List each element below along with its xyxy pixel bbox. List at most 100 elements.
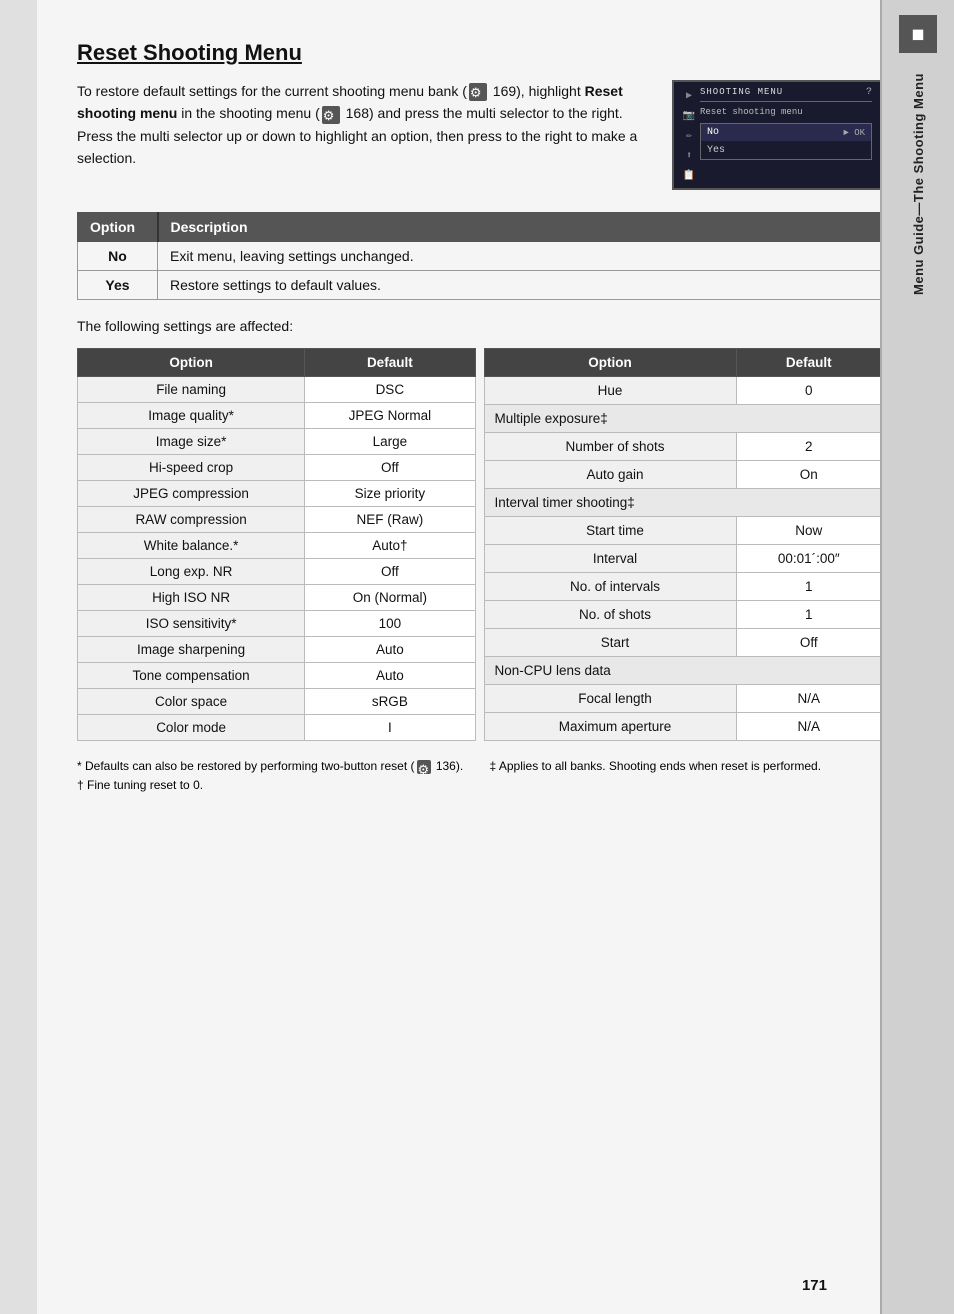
ls-val-9: 100 (305, 611, 475, 637)
table-row: No. of intervals 1 (484, 573, 882, 601)
desc-option-yes: Yes (78, 271, 158, 300)
ls-val-12: sRGB (305, 689, 475, 715)
ls-opt-12: Color space (78, 689, 305, 715)
rs-val-12: N/A (736, 713, 881, 741)
cam-icon-4: ⬆ (682, 149, 696, 163)
table-row: No Exit menu, leaving settings unchanged… (78, 242, 882, 271)
rs-opt-7: No. of intervals (484, 573, 736, 601)
table-row: Maximum aperture N/A (484, 713, 882, 741)
camera-option-no: No (707, 127, 719, 138)
rs-group-10: Non-CPU lens data (484, 657, 882, 685)
ls-val-3: Off (305, 455, 475, 481)
table-row: Start Off (484, 629, 882, 657)
left-header-default: Default (305, 349, 475, 377)
page-title: Reset Shooting Menu (77, 40, 882, 66)
table-row: High ISO NR On (Normal) (78, 585, 476, 611)
rs-opt-6: Interval (484, 545, 736, 573)
table-row: Interval timer shooting‡ (484, 489, 882, 517)
rs-val-5: Now (736, 517, 881, 545)
camera-menu-title: SHOOTING MENU (700, 87, 783, 98)
table-row: File naming DSC (78, 377, 476, 403)
ls-opt-8: High ISO NR (78, 585, 305, 611)
following-text: The following settings are affected: (77, 318, 882, 334)
desc-desc-no: Exit menu, leaving settings unchanged. (158, 242, 882, 271)
footnote-double-dagger: ‡ Applies to all banks. Shooting ends wh… (490, 757, 883, 776)
ls-opt-10: Image sharpening (78, 637, 305, 663)
intro-text: To restore default settings for the curr… (77, 80, 652, 190)
ls-val-11: Auto (305, 663, 475, 689)
ls-val-0: DSC (305, 377, 475, 403)
footnotes-section: * Defaults can also be restored by perfo… (77, 757, 882, 795)
rs-val-9: Off (736, 629, 881, 657)
table-row: RAW compression NEF (Raw) (78, 507, 476, 533)
cam-icon-1: ▶ (682, 89, 696, 103)
ls-opt-6: White balance.* (78, 533, 305, 559)
rs-val-6: 00:01´:00″ (736, 545, 881, 573)
ls-opt-0: File naming (78, 377, 305, 403)
desc-desc-yes: Restore settings to default values. (158, 271, 882, 300)
footnote-asterisk: * Defaults can also be restored by perfo… (77, 757, 470, 776)
cam-icon-2: 📷 (682, 109, 696, 123)
table-row: Yes Restore settings to default values. (78, 271, 882, 300)
table-row: Auto gain On (484, 461, 882, 489)
ls-val-1: JPEG Normal (305, 403, 475, 429)
rs-opt-8: No. of shots (484, 601, 736, 629)
table-row: JPEG compression Size priority (78, 481, 476, 507)
settings-grid: Option Default File naming DSC Image qua… (77, 348, 882, 741)
ls-opt-3: Hi-speed crop (78, 455, 305, 481)
ls-val-7: Off (305, 559, 475, 585)
table-row: Interval 00:01´:00″ (484, 545, 882, 573)
left-header-option: Option (78, 349, 305, 377)
ls-val-8: On (Normal) (305, 585, 475, 611)
table-row: Image size* Large (78, 429, 476, 455)
sidebar-icon-box: ◼ (899, 15, 937, 53)
table-row: Color mode I (78, 715, 476, 741)
description-table: Option Description No Exit menu, leaving… (77, 212, 882, 300)
table-row: Hi-speed crop Off (78, 455, 476, 481)
table-row: Image sharpening Auto (78, 637, 476, 663)
ls-opt-11: Tone compensation (78, 663, 305, 689)
rs-opt-2: Number of shots (484, 433, 736, 461)
rs-opt-3: Auto gain (484, 461, 736, 489)
table-row: Color space sRGB (78, 689, 476, 715)
table-row: Long exp. NR Off (78, 559, 476, 585)
ls-opt-2: Image size* (78, 429, 305, 455)
cam-icon-5: 📋 (682, 169, 696, 183)
rs-opt-5: Start time (484, 517, 736, 545)
ls-opt-5: RAW compression (78, 507, 305, 533)
table-row: No. of shots 1 (484, 601, 882, 629)
page-number: 171 (802, 1277, 827, 1294)
ls-opt-13: Color mode (78, 715, 305, 741)
footnote-right: ‡ Applies to all banks. Shooting ends wh… (490, 757, 883, 795)
rs-val-11: N/A (736, 685, 881, 713)
table-row: Image quality* JPEG Normal (78, 403, 476, 429)
camera-ok-arrow: ► OK (843, 128, 865, 138)
rs-val-8: 1 (736, 601, 881, 629)
cam-icon-3: ✏ (682, 129, 696, 143)
rs-val-0: 0 (736, 377, 881, 405)
right-sidebar: ◼ Menu Guide—The Shooting Menu (880, 0, 954, 1314)
table-row: ISO sensitivity* 100 (78, 611, 476, 637)
camera-subtitle: Reset shooting menu (700, 107, 872, 117)
ls-val-13: I (305, 715, 475, 741)
rs-group-4: Interval timer shooting‡ (484, 489, 882, 517)
desc-option-no: No (78, 242, 158, 271)
rs-val-7: 1 (736, 573, 881, 601)
rs-val-2: 2 (736, 433, 881, 461)
table-row: Tone compensation Auto (78, 663, 476, 689)
desc-header-option: Option (78, 213, 158, 242)
rs-opt-0: Hue (484, 377, 736, 405)
ls-val-10: Auto (305, 637, 475, 663)
ls-val-6: Auto† (305, 533, 475, 559)
sidebar-vertical-text: Menu Guide—The Shooting Menu (911, 73, 926, 295)
right-header-option: Option (484, 349, 736, 377)
table-row: White balance.* Auto† (78, 533, 476, 559)
camera-help-icon: ? (866, 87, 872, 98)
table-row: Hue 0 (484, 377, 882, 405)
table-row: Multiple exposure‡ (484, 405, 882, 433)
rs-opt-9: Start (484, 629, 736, 657)
ls-val-5: NEF (Raw) (305, 507, 475, 533)
rs-opt-12: Maximum aperture (484, 713, 736, 741)
desc-header-description: Description (158, 213, 882, 242)
ls-opt-9: ISO sensitivity* (78, 611, 305, 637)
